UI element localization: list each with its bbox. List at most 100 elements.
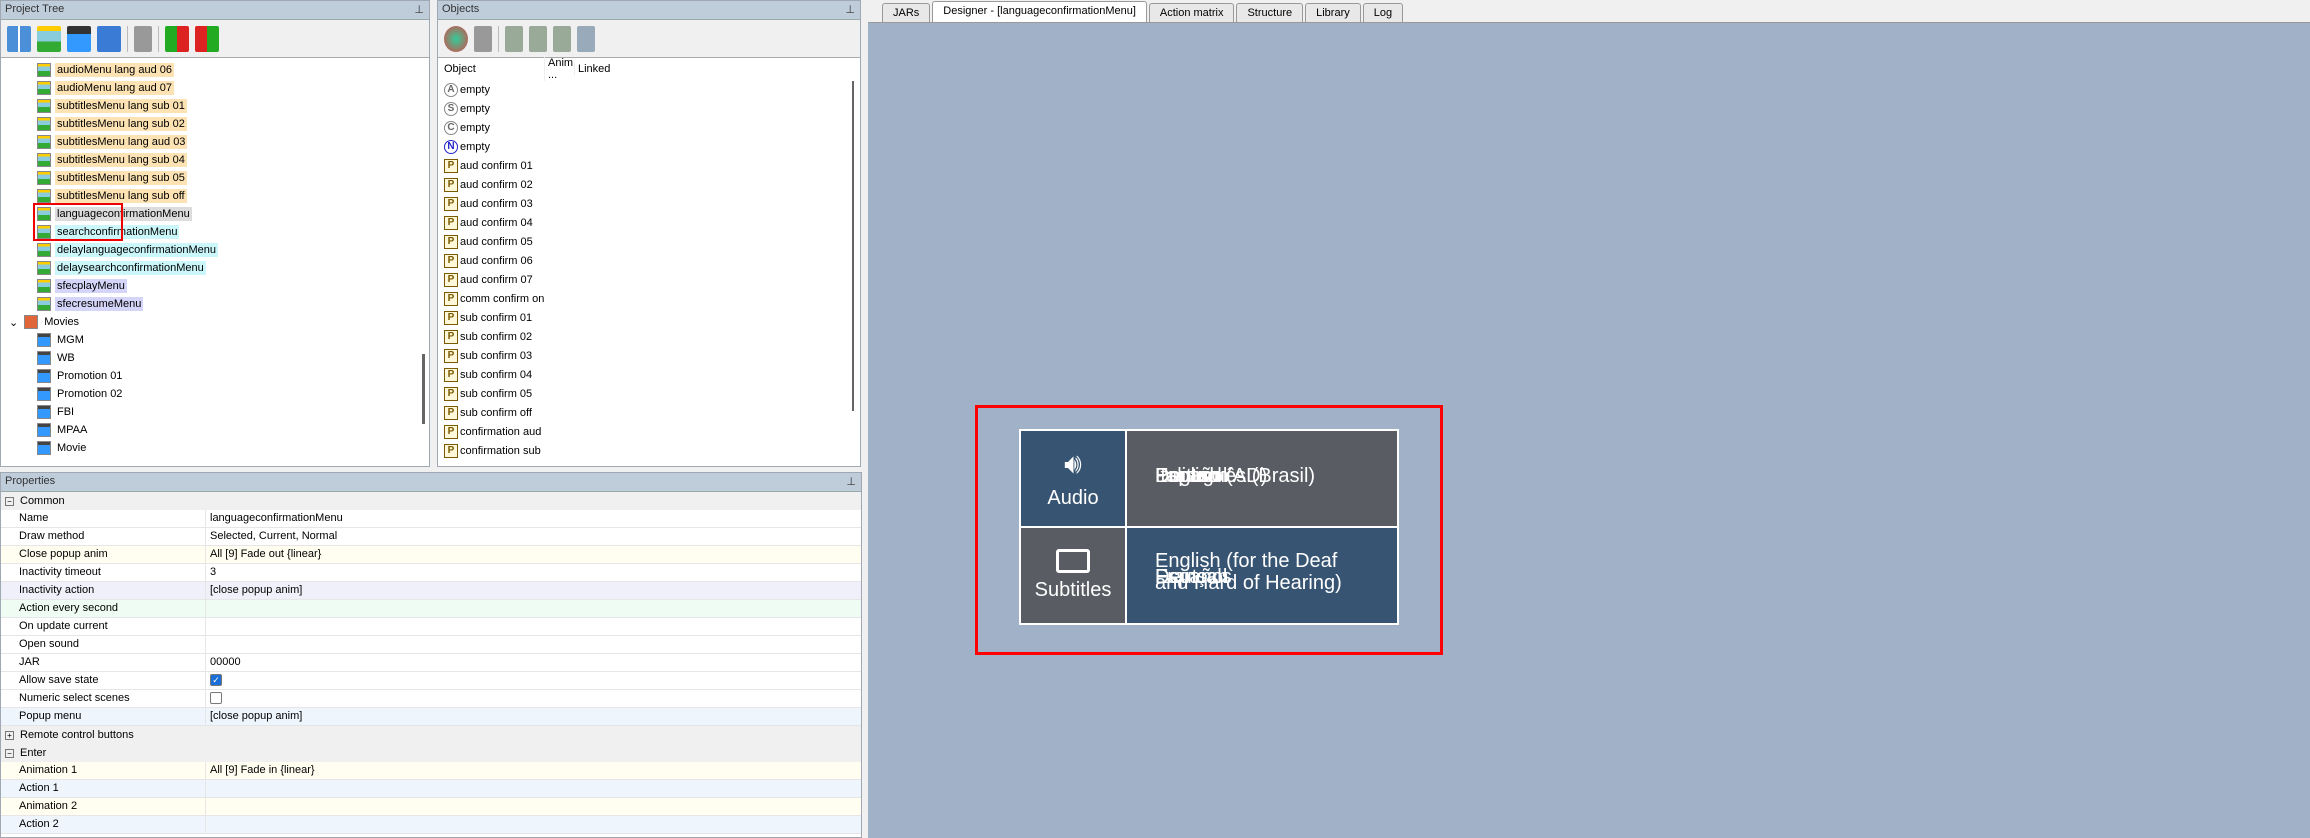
- property-value[interactable]: [206, 636, 214, 653]
- move-bottom-icon[interactable]: [577, 25, 595, 52]
- property-value[interactable]: [206, 816, 214, 833]
- tree-item[interactable]: delaysearchconfirmationMenu: [1, 259, 415, 277]
- tree-item[interactable]: subtitlesMenu lang sub 05: [1, 169, 415, 187]
- property-value[interactable]: [206, 600, 214, 617]
- property-row[interactable]: Close popup anim All [9] Fade out {linear…: [1, 546, 861, 564]
- property-value[interactable]: languageconfirmationMenu: [206, 510, 347, 527]
- checkbox[interactable]: [210, 692, 222, 704]
- column-object[interactable]: Object: [444, 63, 544, 75]
- tab[interactable]: Structure: [1236, 3, 1304, 22]
- object-row[interactable]: Psub confirm 01: [438, 308, 860, 327]
- property-value[interactable]: [206, 780, 214, 797]
- movie-icon[interactable]: [67, 25, 91, 52]
- property-row[interactable]: On update current: [1, 618, 861, 636]
- property-row[interactable]: Inactivity action [close popup anim]: [1, 582, 861, 600]
- property-value[interactable]: All [9] Fade in {linear}: [206, 762, 319, 779]
- object-row[interactable]: Psub confirm 04: [438, 365, 860, 384]
- move-top-icon[interactable]: [505, 25, 523, 52]
- tree-item[interactable]: MGM: [1, 331, 415, 349]
- object-row[interactable]: Paud confirm 01: [438, 156, 860, 175]
- collapse-icon[interactable]: +: [5, 730, 14, 740]
- move-up-icon[interactable]: [165, 25, 189, 52]
- tree-item[interactable]: subtitlesMenu lang aud 03: [1, 133, 415, 151]
- pin-icon[interactable]: ⊥: [845, 3, 855, 16]
- menu-scene-icon[interactable]: [37, 25, 61, 52]
- tree-item[interactable]: WB: [1, 349, 415, 367]
- object-row[interactable]: Paud confirm 03: [438, 194, 860, 213]
- tree-item[interactable]: MPAA: [1, 421, 415, 439]
- object-row[interactable]: Psub confirm off: [438, 403, 860, 422]
- property-row[interactable]: Open sound: [1, 636, 861, 654]
- property-row[interactable]: Draw method Selected, Current, Normal: [1, 528, 861, 546]
- property-value[interactable]: [close popup anim]: [206, 708, 306, 725]
- collapse-icon[interactable]: −: [5, 748, 14, 758]
- property-value[interactable]: [close popup anim]: [206, 582, 306, 599]
- object-row[interactable]: Psub confirm 05: [438, 384, 860, 403]
- property-value[interactable]: [206, 618, 214, 635]
- column-linked[interactable]: Linked: [574, 63, 610, 75]
- collapse-icon[interactable]: −: [5, 496, 14, 506]
- object-row[interactable]: Aempty: [438, 80, 860, 99]
- tree-item[interactable]: Promotion 01: [1, 367, 415, 385]
- category-remote-control-buttons[interactable]: + Remote control buttons: [1, 726, 861, 744]
- object-row[interactable]: Paud confirm 04: [438, 213, 860, 232]
- object-row[interactable]: Paud confirm 02: [438, 175, 860, 194]
- pin-icon[interactable]: ⊥: [414, 3, 424, 16]
- property-row[interactable]: Action every second: [1, 600, 861, 618]
- tree-item[interactable]: sfecresumeMenu: [1, 295, 415, 313]
- tree-item[interactable]: subtitlesMenu lang sub 04: [1, 151, 415, 169]
- tree-scrollbar[interactable]: [422, 354, 425, 424]
- tree-folder-movies[interactable]: ⌄ Movies: [1, 313, 415, 331]
- pin-icon[interactable]: ⊥: [846, 475, 856, 488]
- object-row[interactable]: Sempty: [438, 99, 860, 118]
- tree-item[interactable]: delaylanguageconfirmationMenu: [1, 241, 415, 259]
- object-row[interactable]: Pcomm confirm on: [438, 289, 860, 308]
- tab[interactable]: Log: [1362, 3, 1404, 22]
- move-down-icon[interactable]: [195, 25, 219, 52]
- tree-item[interactable]: FBI: [1, 403, 415, 421]
- object-row[interactable]: Pconfirmation sub: [438, 441, 860, 460]
- property-row[interactable]: JAR 00000: [1, 654, 861, 672]
- objects-scrollbar[interactable]: [852, 81, 854, 411]
- subtitles-button[interactable]: Subtitles: [1020, 527, 1126, 624]
- property-row[interactable]: Animation 1 All [9] Fade in {linear}: [1, 762, 861, 780]
- tab[interactable]: Designer - [languageconfirmationMenu]: [932, 1, 1147, 22]
- tab[interactable]: JARs: [882, 3, 931, 22]
- property-row[interactable]: Action 2: [1, 816, 861, 834]
- layout-icon[interactable]: [7, 25, 31, 52]
- object-row[interactable]: Nempty: [438, 137, 860, 156]
- property-row[interactable]: Action 1: [1, 780, 861, 798]
- property-row[interactable]: Animation 2: [1, 798, 861, 816]
- column-anim[interactable]: Anim ...: [544, 57, 574, 81]
- property-row[interactable]: Inactivity timeout 3: [1, 564, 861, 582]
- object-row[interactable]: Cempty: [438, 118, 860, 137]
- delete-icon[interactable]: [134, 25, 152, 52]
- move-down-icon[interactable]: [553, 25, 571, 52]
- add-object-icon[interactable]: [444, 25, 468, 52]
- tree-item[interactable]: Promotion 02: [1, 385, 415, 403]
- property-row[interactable]: Name languageconfirmationMenu: [1, 510, 861, 528]
- delete-icon[interactable]: [474, 25, 492, 52]
- object-row[interactable]: Paud confirm 06: [438, 251, 860, 270]
- property-value[interactable]: ✓: [206, 672, 226, 689]
- tree-item[interactable]: sfecplayMenu: [1, 277, 415, 295]
- property-value[interactable]: 00000: [206, 654, 245, 671]
- tree-item[interactable]: audioMenu lang aud 06: [1, 61, 415, 79]
- move-up-icon[interactable]: [529, 25, 547, 52]
- audio-button[interactable]: 🔊︎ Audio: [1020, 430, 1126, 527]
- category-common[interactable]: − Common: [1, 492, 861, 510]
- property-row[interactable]: Popup menu [close popup anim]: [1, 708, 861, 726]
- script-icon[interactable]: [97, 25, 121, 52]
- checkbox[interactable]: ✓: [210, 674, 222, 686]
- property-value[interactable]: 3: [206, 564, 220, 581]
- category-enter[interactable]: − Enter: [1, 744, 861, 762]
- tab[interactable]: Action matrix: [1148, 3, 1235, 22]
- property-value[interactable]: [206, 690, 226, 707]
- tree-item[interactable]: Movie: [1, 439, 415, 457]
- object-row[interactable]: Paud confirm 07: [438, 270, 860, 289]
- tab[interactable]: Library: [1305, 3, 1361, 22]
- object-row[interactable]: Psub confirm 02: [438, 327, 860, 346]
- property-row[interactable]: Allow save state ✓: [1, 672, 861, 690]
- tree-item[interactable]: subtitlesMenu lang sub 02: [1, 115, 415, 133]
- property-value[interactable]: All [9] Fade out {linear}: [206, 546, 325, 563]
